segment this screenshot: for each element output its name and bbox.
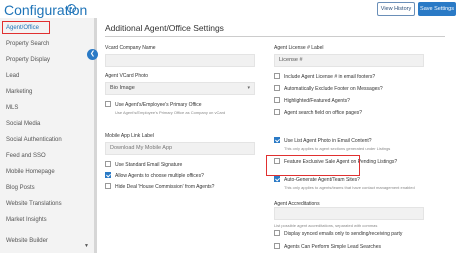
use-list-agent-photo-hint: This only applies to agent sections gene… <box>284 146 391 151</box>
sidebar-item-social-authentication[interactable]: Social Authentication <box>6 137 62 143</box>
sidebar-item-market-insights[interactable]: Market Insights <box>6 217 47 223</box>
agent-search-field-row[interactable]: Agent search field on office pages? <box>274 109 362 116</box>
auto-generate-sites-checkbox[interactable] <box>274 176 280 182</box>
sidebar: Agent/Office Property Search Property Di… <box>0 18 94 253</box>
allow-multiple-offices-label: Allow Agents to choose multiple offices? <box>115 173 204 179</box>
highlighted-agents-label: Highlighted/Featured Agents? <box>284 98 350 104</box>
main-content: Additional Agent/Office Settings Vcard C… <box>98 18 457 253</box>
agent-vcard-photo-select[interactable]: Bio Image ▾ <box>105 82 255 95</box>
mobile-app-link-label: Mobile App Link Label <box>105 133 154 139</box>
hide-deal-commission-checkbox[interactable] <box>105 183 111 189</box>
standard-signature-row[interactable]: Use Standard Email Signature <box>105 161 182 168</box>
auto-generate-sites-hint: This only applies to agents/teams that h… <box>284 185 415 190</box>
vcard-company-label: Vcard Company Name <box>105 45 156 51</box>
use-list-agent-photo-row[interactable]: Use List Agent Photo in Email Content? <box>274 137 372 144</box>
display-synced-emails-row[interactable]: Display synced emails only to sending/re… <box>274 230 402 237</box>
standard-signature-label: Use Standard Email Signature <box>115 162 183 168</box>
exclude-footer-messages-label: Automatically Exclude Footer on Messages… <box>284 86 383 92</box>
agent-search-field-label: Agent search field on office pages? <box>284 110 363 116</box>
agent-vcard-photo-value: Bio Image <box>110 85 135 91</box>
mobile-app-link-input[interactable]: Download My Mobile App <box>105 142 255 155</box>
sidebar-item-blog-posts[interactable]: Blog Posts <box>6 185 35 191</box>
sidebar-item-marketing[interactable]: Marketing <box>6 89 32 95</box>
sidebar-item-mls[interactable]: MLS <box>6 105 18 111</box>
hide-deal-commission-row[interactable]: Hide Deal 'House Commission' from Agents… <box>105 183 214 190</box>
chevron-left-icon: ❮ <box>89 51 96 57</box>
agent-accreditations-input[interactable] <box>274 207 424 220</box>
standard-signature-checkbox[interactable] <box>105 161 111 167</box>
use-primary-office-hint: Use Agent's/Employee's Primary Office as… <box>115 110 226 115</box>
chevron-down-icon: ▾ <box>247 85 250 91</box>
auto-generate-sites-row[interactable]: Auto-Generate Agent/Team Sites? <box>274 176 360 183</box>
sidebar-item-website-builder[interactable]: Website Builder <box>6 238 48 244</box>
display-synced-emails-checkbox[interactable] <box>274 230 280 236</box>
selection-highlight-box <box>2 21 50 34</box>
accreditations-hint: List possible agent accreditations, sepa… <box>274 223 378 228</box>
save-settings-button[interactable]: Save Settings <box>418 2 456 16</box>
auto-generate-sites-label: Auto-Generate Agent/Team Sites? <box>284 177 360 183</box>
sidebar-item-website-translations[interactable]: Website Translations <box>6 201 62 207</box>
use-primary-office-label: Use Agent's/Employee's Primary Office <box>115 102 202 108</box>
highlighted-agents-checkbox[interactable] <box>274 97 280 103</box>
use-list-agent-photo-label: Use List Agent Photo in Email Content? <box>284 138 372 144</box>
sidebar-item-property-display[interactable]: Property Display <box>6 57 50 63</box>
sidebar-item-lead[interactable]: Lead <box>6 73 19 79</box>
include-license-footers-row[interactable]: Include Agent License # in email footers… <box>274 73 375 80</box>
allow-multiple-offices-checkbox[interactable] <box>105 172 111 178</box>
exclude-footer-messages-checkbox[interactable] <box>274 85 280 91</box>
display-synced-emails-label: Display synced emails only to sending/re… <box>284 231 403 237</box>
include-license-footers-checkbox[interactable] <box>274 73 280 79</box>
highlighted-agents-row[interactable]: Highlighted/Featured Agents? <box>274 97 350 104</box>
use-primary-office-row[interactable]: Use Agent's/Employee's Primary Office <box>105 101 202 108</box>
chevron-down-icon[interactable]: ▼ <box>84 243 89 249</box>
divider <box>105 36 445 37</box>
simple-lead-searches-checkbox[interactable] <box>274 243 280 249</box>
hide-deal-commission-label: Hide Deal 'House Commission' from Agents… <box>115 184 215 190</box>
exclude-footer-messages-row[interactable]: Automatically Exclude Footer on Messages… <box>274 85 383 92</box>
use-primary-office-checkbox[interactable] <box>105 101 111 107</box>
agent-license-label: Agent License # Label <box>274 45 324 51</box>
sidebar-item-property-search[interactable]: Property Search <box>6 41 49 47</box>
top-bar: Configuration View History Save Settings <box>0 0 457 18</box>
section-heading: Additional Agent/Office Settings <box>105 23 224 33</box>
simple-lead-searches-label: Agents Can Perform Simple Lead Searches <box>284 244 381 250</box>
allow-multiple-offices-row[interactable]: Allow Agents to choose multiple offices? <box>105 172 204 179</box>
gear-icon[interactable] <box>67 4 76 13</box>
agent-vcard-photo-label: Agent VCard Photo <box>105 73 149 79</box>
collapse-sidebar-button[interactable]: ❮ <box>87 49 98 60</box>
vcard-company-input[interactable] <box>105 54 255 67</box>
use-list-agent-photo-checkbox[interactable] <box>274 137 280 143</box>
agent-license-input[interactable]: License # <box>274 54 424 67</box>
sidebar-item-mobile-homepage[interactable]: Mobile Homepage <box>6 169 55 175</box>
sidebar-item-social-media[interactable]: Social Media <box>6 121 40 127</box>
include-license-footers-label: Include Agent License # in email footers… <box>284 74 376 80</box>
view-history-button[interactable]: View History <box>377 2 415 16</box>
agent-search-field-checkbox[interactable] <box>274 109 280 115</box>
simple-lead-searches-row[interactable]: Agents Can Perform Simple Lead Searches <box>274 243 381 250</box>
annotation-highlight-box <box>266 155 360 176</box>
sidebar-item-feed-and-sso[interactable]: Feed and SSO <box>6 153 46 159</box>
